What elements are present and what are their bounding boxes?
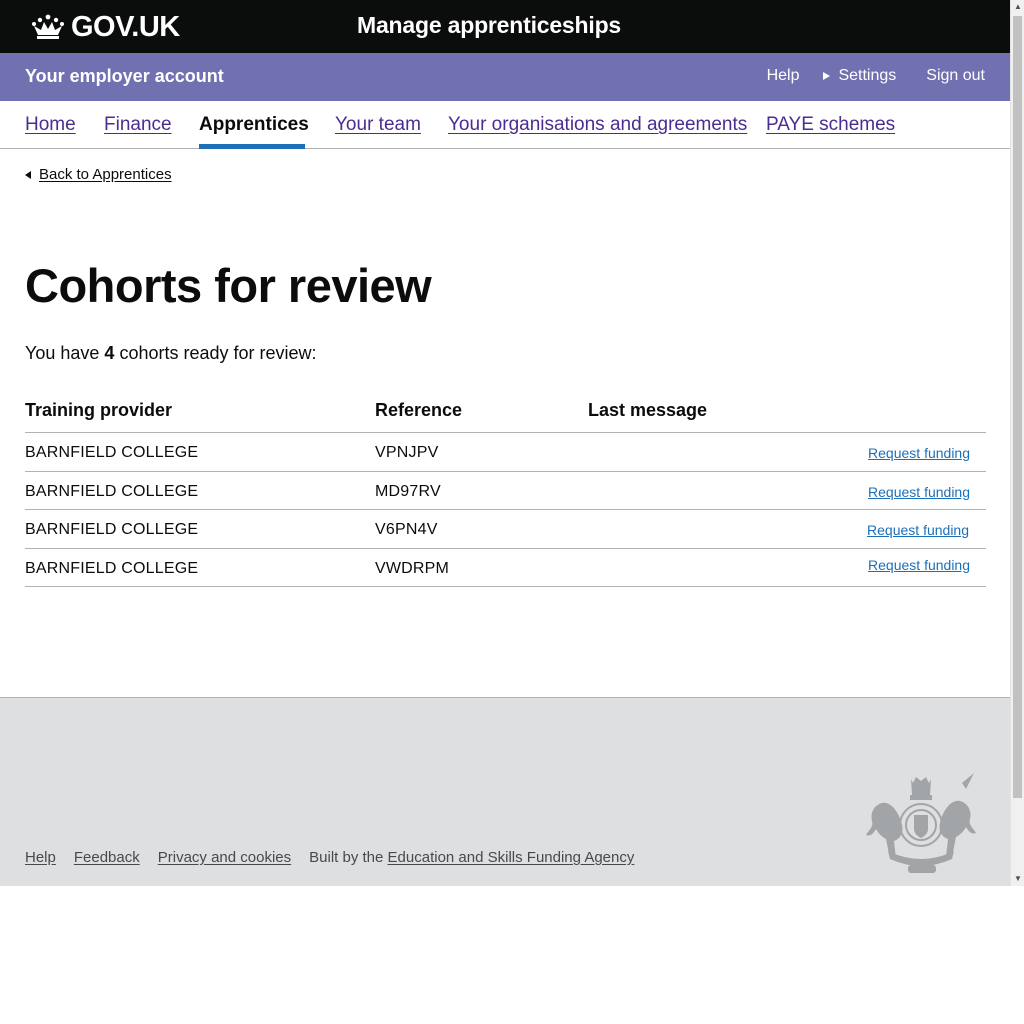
- main-navigation: Home Finance Apprentices Your team Your …: [0, 101, 1010, 149]
- cohort-count: 4: [104, 343, 115, 363]
- esfa-link[interactable]: Education and Skills Funding Agency: [388, 849, 635, 866]
- request-funding-link[interactable]: Request funding: [868, 445, 970, 461]
- table-row: BARNFIELD COLLEGE VPNJPV Request funding: [25, 433, 986, 472]
- table-row: BARNFIELD COLLEGE VWDRPM Request funding: [25, 549, 986, 587]
- column-header-training-provider: Training provider: [25, 400, 173, 420]
- back-link[interactable]: Back to Apprentices: [25, 166, 172, 183]
- scroll-up-arrow-icon[interactable]: ▲: [1011, 0, 1024, 14]
- nav-item-finance[interactable]: Finance: [104, 114, 172, 136]
- reference-cell: V6PN4V: [375, 521, 438, 538]
- provider-cell: BARNFIELD COLLEGE: [25, 482, 199, 500]
- scrollbar-thumb[interactable]: [1013, 16, 1022, 798]
- scroll-down-arrow-icon[interactable]: ▼: [1011, 872, 1024, 886]
- footer-built-by: Built by the Education and Skills Fundin…: [309, 849, 634, 866]
- nav-item-your-organisations[interactable]: Your organisations and agreements: [448, 114, 747, 136]
- royal-coat-of-arms-icon: [866, 773, 976, 873]
- reference-cell: VWDRPM: [375, 559, 450, 577]
- caret-right-icon: [823, 72, 831, 80]
- account-bar: Your employer account Help Settings Sign…: [0, 53, 1010, 101]
- footer-feedback-link[interactable]: Feedback: [74, 849, 140, 866]
- govuk-header: GOV.UK Manage apprenticeships: [0, 0, 1010, 53]
- nav-item-home[interactable]: Home: [25, 114, 76, 136]
- govuk-logotype: GOV.UK: [71, 10, 180, 43]
- nav-item-apprentices[interactable]: Apprentices: [199, 114, 309, 136]
- vertical-scrollbar[interactable]: ▲ ▼: [1010, 0, 1024, 886]
- column-header-reference: Reference: [375, 400, 463, 420]
- page-footer: Help Feedback Privacy and cookies Built …: [0, 697, 1010, 886]
- provider-cell: BARNFIELD COLLEGE: [25, 444, 199, 461]
- account-links: Help Settings Sign out: [767, 67, 985, 85]
- built-by-prefix: Built by the: [309, 849, 388, 866]
- provider-cell: BARNFIELD COLLEGE: [25, 559, 199, 577]
- nav-item-your-team[interactable]: Your team: [335, 114, 421, 136]
- help-link[interactable]: Help: [767, 67, 800, 85]
- footer-privacy-link[interactable]: Privacy and cookies: [158, 849, 291, 866]
- caret-left-icon: [25, 170, 31, 179]
- footer-links: Help Feedback Privacy and cookies Built …: [25, 849, 634, 866]
- cohort-summary: You have 4 cohorts ready for review:: [25, 343, 317, 364]
- settings-label: Settings: [838, 67, 897, 84]
- account-title: Your employer account: [25, 66, 224, 86]
- request-funding-link[interactable]: Request funding: [867, 522, 969, 538]
- request-funding-link[interactable]: Request funding: [868, 557, 970, 573]
- page-title: Cohorts for review: [25, 259, 432, 312]
- crown-icon: [32, 14, 64, 39]
- sign-out-link[interactable]: Sign out: [926, 67, 985, 85]
- cohorts-table: Training provider Reference Last message…: [25, 395, 986, 587]
- back-link-label: Back to Apprentices: [39, 166, 172, 183]
- provider-cell: BARNFIELD COLLEGE: [25, 521, 199, 538]
- nav-active-indicator: [199, 144, 305, 149]
- footer-help-link[interactable]: Help: [25, 849, 56, 866]
- summary-prefix: You have: [25, 343, 105, 363]
- nav-item-paye-schemes[interactable]: PAYE schemes: [766, 114, 895, 136]
- table-row: BARNFIELD COLLEGE MD97RV Request funding: [25, 472, 986, 510]
- settings-menu-toggle[interactable]: Settings: [823, 67, 896, 85]
- govuk-logo-link[interactable]: GOV.UK: [31, 9, 180, 45]
- reference-cell: VPNJPV: [375, 444, 439, 461]
- request-funding-link[interactable]: Request funding: [868, 484, 970, 500]
- summary-suffix: cohorts ready for review:: [114, 343, 317, 363]
- service-name-link[interactable]: Manage apprenticeships: [357, 12, 621, 39]
- reference-cell: MD97RV: [375, 482, 441, 500]
- column-header-last-message: Last message: [588, 400, 708, 420]
- table-header-row: Training provider Reference Last message: [25, 395, 986, 433]
- browser-viewport: GOV.UK Manage apprenticeships Your emplo…: [0, 0, 1010, 886]
- table-row: BARNFIELD COLLEGE V6PN4V Request funding: [25, 510, 986, 549]
